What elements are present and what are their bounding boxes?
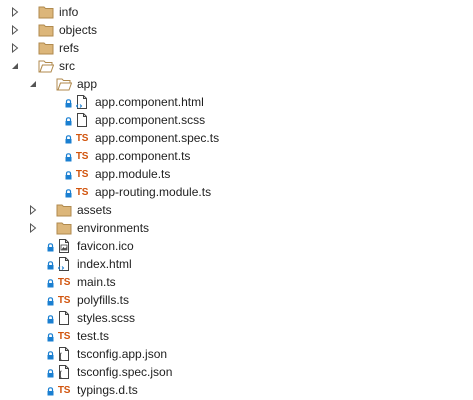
stylesheet-file-icon bbox=[56, 309, 72, 327]
tree-file-app-routing-module-ts[interactable]: TS app-routing.module.ts bbox=[0, 183, 473, 201]
expanded-arrow-icon[interactable] bbox=[10, 57, 20, 75]
tree-item-label: app.component.ts bbox=[95, 149, 191, 163]
source-control-lock-icon bbox=[47, 349, 54, 360]
tree-file-app-module-ts[interactable]: TS app.module.ts bbox=[0, 165, 473, 183]
source-control-lock-icon bbox=[47, 259, 54, 270]
tree-item-label: app.component.spec.ts bbox=[95, 131, 220, 145]
tree-folder-src[interactable]: src bbox=[0, 57, 473, 75]
tree-file-app-component-spec-ts[interactable]: TS app.component.spec.ts bbox=[0, 129, 473, 147]
source-control-lock-icon bbox=[65, 151, 72, 162]
source-control-lock-icon bbox=[65, 97, 72, 108]
tree-file-main-ts[interactable]: TS main.ts bbox=[0, 273, 473, 291]
source-control-lock-icon bbox=[65, 187, 72, 198]
json-file-icon bbox=[56, 345, 72, 363]
folder-icon bbox=[38, 21, 54, 39]
source-control-lock-icon bbox=[47, 277, 54, 288]
typescript-file-icon: TS bbox=[75, 150, 89, 162]
tree-file-favicon-ico[interactable]: favicon.ico bbox=[0, 237, 473, 255]
collapsed-arrow-icon[interactable] bbox=[28, 201, 38, 219]
collapsed-arrow-icon[interactable] bbox=[10, 21, 20, 39]
collapsed-arrow-icon[interactable] bbox=[28, 219, 38, 237]
tree-item-label: app-routing.module.ts bbox=[95, 185, 212, 199]
tree-folder-objects[interactable]: objects bbox=[0, 21, 473, 39]
source-control-lock-icon bbox=[47, 295, 54, 306]
source-control-lock-icon bbox=[65, 133, 72, 144]
folder-icon bbox=[56, 201, 72, 219]
tree-file-app-component-scss[interactable]: app.component.scss bbox=[0, 111, 473, 129]
typescript-file-icon: TS bbox=[57, 330, 71, 342]
tree-folder-app[interactable]: app bbox=[0, 75, 473, 93]
source-control-lock-icon bbox=[47, 385, 54, 396]
typescript-file-icon: TS bbox=[57, 294, 71, 306]
tree-item-label: environments bbox=[77, 221, 150, 235]
tree-item-label: polyfills.ts bbox=[77, 293, 130, 307]
tree-folder-refs[interactable]: refs bbox=[0, 39, 473, 57]
folder-icon bbox=[38, 3, 54, 21]
tree-item-label: objects bbox=[59, 23, 98, 37]
solution-explorer-tree: info objects refs src app app.component.html a… bbox=[0, 0, 473, 400]
source-control-lock-icon bbox=[47, 331, 54, 342]
tree-item-label: app.component.scss bbox=[95, 113, 206, 127]
html-file-icon bbox=[56, 255, 72, 273]
folder-open-icon bbox=[38, 57, 54, 75]
tree-file-styles-scss[interactable]: styles.scss bbox=[0, 309, 473, 327]
folder-icon bbox=[56, 219, 72, 237]
tree-item-label: app.component.html bbox=[95, 95, 204, 109]
tree-file-app-component-ts[interactable]: TS app.component.ts bbox=[0, 147, 473, 165]
source-control-lock-icon bbox=[47, 313, 54, 324]
tree-item-label: src bbox=[59, 59, 75, 73]
typescript-file-icon: TS bbox=[75, 168, 89, 180]
tree-folder-environments[interactable]: environments bbox=[0, 219, 473, 237]
tree-file-test-ts[interactable]: TS test.ts bbox=[0, 327, 473, 345]
tree-item-label: refs bbox=[59, 41, 80, 55]
image-file-icon bbox=[56, 237, 72, 255]
tree-item-label: info bbox=[59, 5, 79, 19]
tree-item-label: tsconfig.spec.json bbox=[77, 365, 173, 379]
tree-item-label: main.ts bbox=[77, 275, 116, 289]
collapsed-arrow-icon[interactable] bbox=[10, 39, 20, 57]
source-control-lock-icon bbox=[65, 169, 72, 180]
tree-item-label: app.module.ts bbox=[95, 167, 171, 181]
expanded-arrow-icon[interactable] bbox=[28, 75, 38, 93]
tree-file-tsconfig-spec-json[interactable]: tsconfig.spec.json bbox=[0, 363, 473, 381]
typescript-file-icon: TS bbox=[75, 186, 89, 198]
tree-folder-assets[interactable]: assets bbox=[0, 201, 473, 219]
source-control-lock-icon bbox=[47, 367, 54, 378]
json-file-icon bbox=[56, 363, 72, 381]
typescript-file-icon: TS bbox=[57, 276, 71, 288]
tree-item-label: index.html bbox=[77, 257, 132, 271]
tree-item-label: tsconfig.app.json bbox=[77, 347, 168, 361]
stylesheet-file-icon bbox=[74, 111, 90, 129]
tree-item-label: assets bbox=[77, 203, 112, 217]
html-file-icon bbox=[74, 93, 90, 111]
tree-file-app-component-html[interactable]: app.component.html bbox=[0, 93, 473, 111]
typescript-file-icon: TS bbox=[75, 132, 89, 144]
tree-item-label: styles.scss bbox=[77, 311, 136, 325]
folder-icon bbox=[38, 39, 54, 57]
tree-item-label: typings.d.ts bbox=[77, 383, 138, 397]
source-control-lock-icon bbox=[47, 241, 54, 252]
source-control-lock-icon bbox=[65, 115, 72, 126]
tree-item-label: favicon.ico bbox=[77, 239, 134, 253]
tree-file-polyfills-ts[interactable]: TS polyfills.ts bbox=[0, 291, 473, 309]
typescript-file-icon: TS bbox=[57, 384, 71, 396]
tree-file-index-html[interactable]: index.html bbox=[0, 255, 473, 273]
collapsed-arrow-icon[interactable] bbox=[10, 3, 20, 21]
tree-folder-info[interactable]: info bbox=[0, 3, 473, 21]
folder-open-icon bbox=[56, 75, 72, 93]
tree-item-label: test.ts bbox=[77, 329, 110, 343]
tree-item-label: app bbox=[77, 77, 98, 91]
tree-file-typings-d-ts[interactable]: TS typings.d.ts bbox=[0, 381, 473, 399]
tree-file-tsconfig-app-json[interactable]: tsconfig.app.json bbox=[0, 345, 473, 363]
